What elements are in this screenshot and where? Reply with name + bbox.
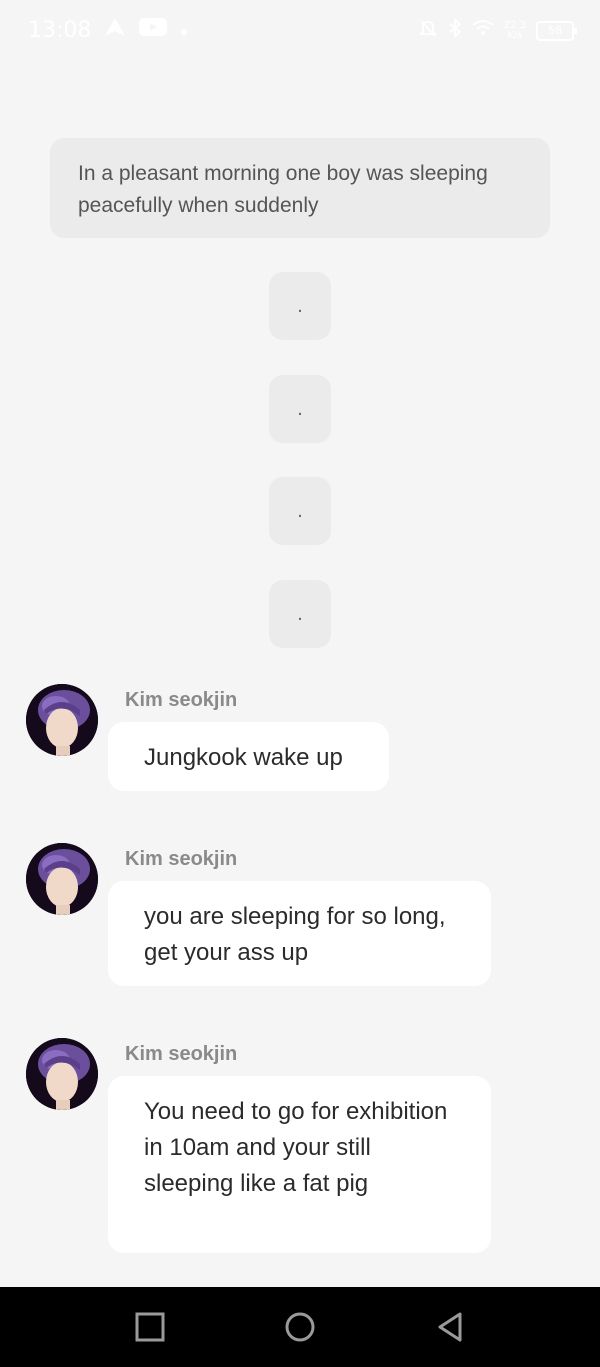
dot-icon [179, 17, 189, 45]
navigation-icon [103, 16, 127, 46]
back-icon[interactable] [434, 1311, 466, 1343]
message-text: Jungkook wake up [144, 744, 343, 771]
youtube-icon [139, 17, 168, 45]
net-speed-value: 22.3 [503, 19, 526, 31]
dot-separator: . [269, 272, 331, 340]
dot-text: . [297, 500, 303, 522]
sender-name: Kim seokjin [125, 1043, 238, 1065]
chat-message: Kim seokjin you are sleeping for so long… [0, 843, 600, 988]
narration-bubble: In a pleasant morning one boy was sleepi… [50, 138, 550, 238]
battery-icon: 58 [536, 20, 577, 41]
status-right: 22.3 K/s 58 [418, 18, 577, 43]
home-icon[interactable] [284, 1311, 316, 1343]
dot-separator: . [269, 477, 331, 545]
status-left: 13:08 [28, 16, 189, 46]
message-bubble[interactable]: Jungkook wake up [108, 722, 389, 791]
dot-text: . [297, 398, 303, 420]
sender-name: Kim seokjin [125, 848, 238, 870]
navigation-bar [0, 1287, 600, 1367]
net-speed-unit: K/s [507, 29, 523, 41]
battery-level: 58 [548, 23, 562, 37]
narration-text: In a pleasant morning one boy was sleepi… [78, 162, 488, 217]
chat-message: Kim seokjin Jungkook wake up [0, 684, 600, 794]
status-time: 13:08 [28, 18, 92, 43]
message-text: you are sleeping for so long, get your a… [144, 903, 446, 966]
avatar[interactable] [26, 843, 98, 915]
dot-separator: . [269, 375, 331, 443]
dot-separator: . [269, 580, 331, 648]
wifi-icon [472, 19, 494, 42]
avatar[interactable] [26, 1038, 98, 1110]
recent-apps-icon[interactable] [134, 1311, 166, 1343]
bell-off-icon [418, 18, 438, 43]
message-bubble[interactable]: you are sleeping for so long, get your a… [108, 881, 491, 986]
sender-name: Kim seokjin [125, 689, 238, 711]
status-bar: 13:08 22.3 K/s 58 [0, 0, 600, 60]
avatar[interactable] [26, 684, 98, 756]
bluetooth-icon [448, 18, 462, 43]
message-text: You need to go for exhibition in 10am an… [144, 1098, 448, 1197]
message-bubble[interactable]: You need to go for exhibition in 10am an… [108, 1076, 491, 1253]
chat-message: Kim seokjin You need to go for exhibitio… [0, 1038, 600, 1253]
dot-text: . [297, 295, 303, 317]
dot-text: . [297, 603, 303, 625]
net-speed: 22.3 K/s [503, 19, 526, 41]
